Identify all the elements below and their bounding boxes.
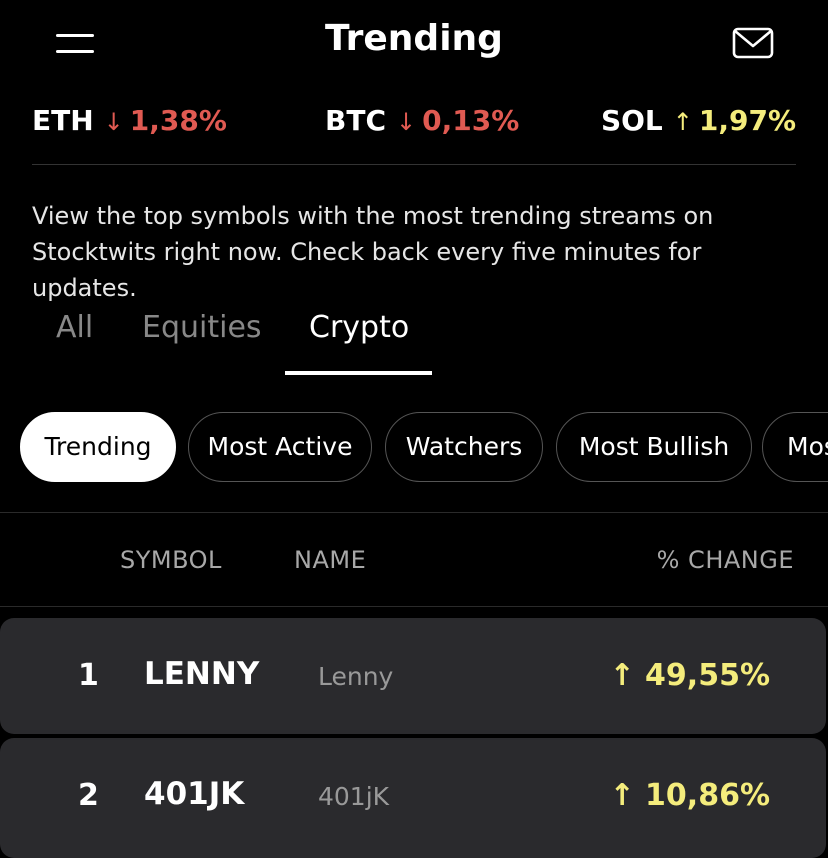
ticker-item-btc[interactable]: BTC ↓ 0,13% [325,104,519,137]
row-name: 401jK [318,782,390,811]
column-header-change[interactable]: % CHANGE [657,546,794,574]
chip-trending[interactable]: Trending [20,412,176,482]
ticker-item-eth[interactable]: ETH ↓ 1,38% [32,104,227,137]
divider [0,606,828,607]
category-tabs: All Equities Crypto [0,306,828,378]
row-symbol: 401JK [144,776,245,812]
arrow-up-icon: ↑ [609,778,635,813]
arrow-up-icon: ↑ [672,108,693,136]
chip-watchers[interactable]: Watchers [385,412,543,482]
column-header-symbol[interactable]: SYMBOL [120,546,222,574]
row-change-value: 10,86% [645,778,770,813]
tab-equities[interactable]: Equities [142,310,262,345]
page-title: Trending [325,18,503,59]
arrow-down-icon: ↓ [396,108,417,136]
row-change: ↑ 49,55% [609,658,770,693]
row-rank: 2 [78,778,99,813]
arrow-down-icon: ↓ [103,108,124,136]
ticker-change: 1,38% [129,104,227,137]
divider [32,164,796,165]
row-change: ↑ 10,86% [609,778,770,813]
row-change-value: 49,55% [645,658,770,693]
ticker-symbol: SOL [600,104,663,137]
table-row[interactable]: 2 401JK 401jK ↑ 10,86% [0,738,826,858]
filter-chips: Trending Most Active Watchers Most Bulli… [20,412,828,484]
trending-description: View the top symbols with the most trend… [32,202,714,302]
ticker-change: 0,13% [422,104,520,137]
table-header: SYMBOL NAME % CHANGE [0,546,828,586]
ticker-item-sol[interactable]: SOL ↑ 1,97% [601,104,796,137]
mail-envelope-icon[interactable] [732,26,774,60]
app-header: Trending [0,0,828,90]
ticker-change: 1,97% [698,104,796,137]
tab-all[interactable]: All [56,310,93,345]
chip-most-bullish[interactable]: Most Bullish [556,412,752,482]
arrow-up-icon: ↑ [609,658,635,693]
chip-most-active[interactable]: Most Active [188,412,372,482]
row-rank: 1 [78,658,99,693]
column-header-name[interactable]: NAME [294,546,366,574]
row-name: Lenny [318,662,394,691]
active-tab-indicator [285,371,432,375]
table-row[interactable]: 1 LENNY Lenny ↑ 49,55% [0,618,826,734]
ticker-symbol: ETH [32,104,94,137]
row-symbol: LENNY [144,656,260,692]
ticker-symbol: BTC [325,104,386,137]
tab-crypto[interactable]: Crypto [309,310,409,345]
chip-more-truncated[interactable]: Mos [762,412,828,482]
crypto-ticker: ETH ↓ 1,38% BTC ↓ 0,13% SOL ↑ 1,97% [32,104,796,150]
divider [0,512,828,513]
